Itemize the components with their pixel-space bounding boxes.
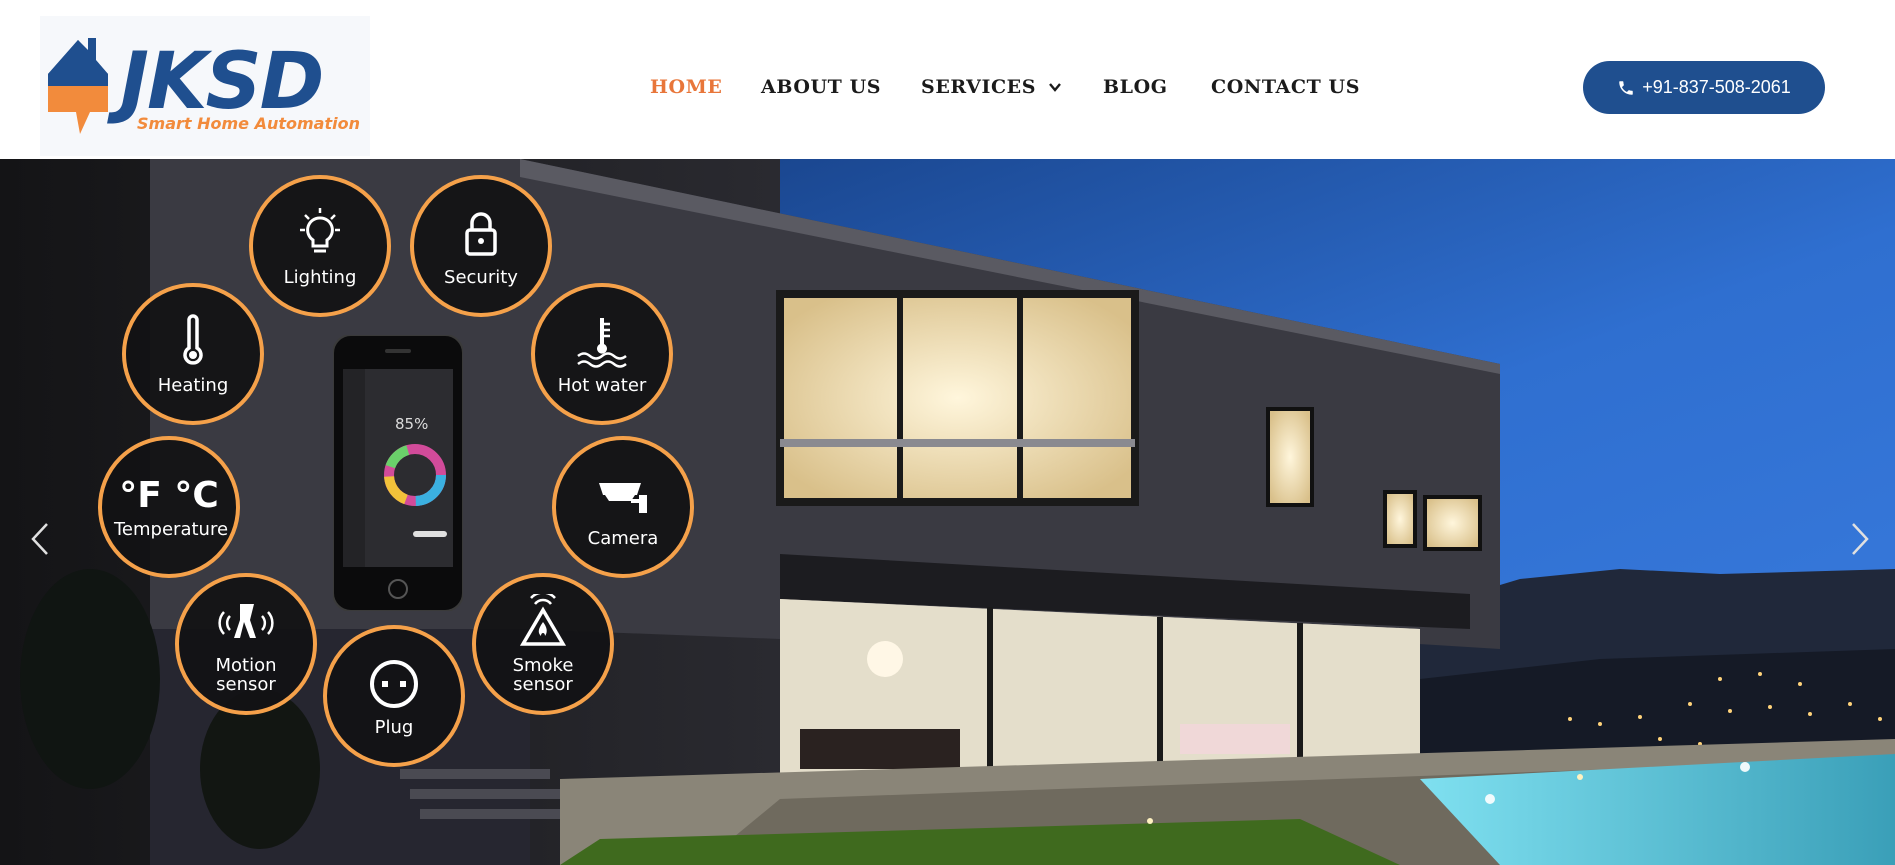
- logo-tagline: Smart Home Automation: [137, 114, 360, 133]
- water-heater-icon: [577, 317, 627, 368]
- nav-home[interactable]: HOME: [650, 76, 761, 98]
- feature-temperature[interactable]: °F °C Temperature: [98, 436, 240, 578]
- feature-security-label: Security: [444, 266, 518, 288]
- feature-smoke-sensor[interactable]: Smoke sensor: [472, 573, 614, 715]
- feature-heating-label: Heating: [157, 374, 229, 396]
- chevron-left-icon: [31, 523, 48, 555]
- phone-screen-percent: 85%: [395, 415, 429, 433]
- feature-camera[interactable]: Camera: [552, 436, 694, 578]
- feature-plug[interactable]: Plug: [323, 625, 465, 767]
- smoke-sensor-icon: [519, 594, 567, 646]
- smartphone-app-mockup: 85%: [332, 334, 464, 612]
- chevron-right-icon: [1852, 523, 1869, 555]
- nav-about-us[interactable]: ABOUT US: [761, 76, 921, 98]
- celsius-icon: °F °C: [119, 474, 219, 516]
- nav-blog[interactable]: BLOG: [1103, 76, 1211, 98]
- main-nav: HOME ABOUT US SERVICES BLOG CONTACT US: [650, 70, 1360, 104]
- thermometer-icon: [183, 313, 203, 365]
- feature-hot-water-label: Hot water: [557, 374, 647, 396]
- call-button[interactable]: +91-837-508-2061: [1583, 61, 1825, 114]
- feature-temperature-label: Temperature: [114, 518, 229, 540]
- camera-icon: [599, 482, 647, 513]
- feature-smoke-sensor-label: Smoke sensor: [512, 655, 574, 695]
- feature-heating[interactable]: Heating: [122, 283, 264, 425]
- feature-hot-water[interactable]: Hot water: [531, 283, 673, 425]
- smartphone-image: [332, 334, 464, 612]
- phone-icon: [1619, 80, 1633, 95]
- feature-plug-label: Plug: [374, 716, 414, 738]
- nav-contact-us[interactable]: CONTACT US: [1211, 76, 1360, 98]
- plug-icon: [370, 659, 418, 708]
- feature-motion-sensor-label: Motion sensor: [215, 655, 277, 695]
- motion-sensor-icon: [218, 604, 274, 638]
- nav-services-label: SERVICES: [921, 76, 1037, 98]
- chevron-down-icon: [1049, 83, 1061, 92]
- lightbulb-icon: [300, 207, 340, 252]
- site-header: JKSD Smart Home Automation HOME ABOUT US…: [0, 0, 1895, 159]
- lock-icon: [465, 211, 497, 256]
- logo[interactable]: JKSD: [40, 16, 370, 156]
- hero-slider: Lighting Security Heating Hot water °F °…: [0, 159, 1895, 865]
- phone-number: +91-837-508-2061: [1642, 77, 1791, 97]
- slider-next-button[interactable]: [1840, 509, 1880, 569]
- feature-lighting[interactable]: Lighting: [249, 175, 391, 317]
- feature-motion-sensor[interactable]: Motion sensor: [175, 573, 317, 715]
- slider-prev-button[interactable]: [20, 509, 60, 569]
- feature-lighting-label: Lighting: [283, 266, 357, 288]
- feature-security[interactable]: Security: [410, 175, 552, 317]
- nav-services[interactable]: SERVICES: [921, 76, 1103, 98]
- feature-camera-label: Camera: [587, 527, 659, 549]
